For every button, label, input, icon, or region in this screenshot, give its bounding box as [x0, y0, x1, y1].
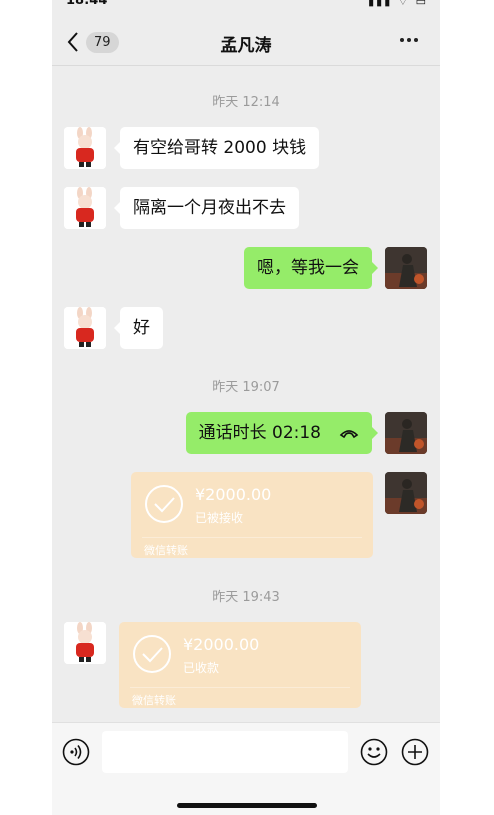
transfer-status: 已被接收	[195, 511, 244, 525]
input-bar	[52, 722, 440, 815]
contact-avatar[interactable]	[64, 622, 106, 664]
status-icons: ▮▮▮ ⌔ ▭	[368, 0, 428, 8]
cartoon-avatar-icon	[64, 187, 106, 229]
check-circle-icon	[145, 485, 183, 523]
more-button[interactable]	[400, 32, 424, 48]
timestamp: 昨天 19:43	[212, 590, 280, 605]
cartoon-avatar-icon	[64, 127, 106, 169]
cartoon-avatar-icon	[64, 622, 106, 664]
more-dots-icon	[414, 38, 418, 42]
more-dots-icon	[407, 38, 411, 42]
more-dots-icon	[400, 38, 404, 42]
message-bubble-incoming[interactable]: 有空给哥转 2000 块钱	[113, 127, 320, 169]
voice-icon[interactable]	[62, 738, 90, 766]
status-time: 18:44	[66, 0, 108, 8]
transfer-status: 已收款	[183, 661, 220, 675]
my-avatar[interactable]	[385, 247, 427, 289]
contact-avatar[interactable]	[64, 187, 106, 229]
call-record-bubble[interactable]: 通话时长 02:18	[185, 412, 379, 454]
transfer-card-received[interactable]: ¥2000.00 已收款 微信转账	[119, 622, 361, 708]
message-input[interactable]	[102, 731, 348, 773]
my-avatar[interactable]	[385, 472, 427, 514]
my-avatar[interactable]	[385, 412, 427, 454]
message-bubble-incoming[interactable]: 隔离一个月夜出不去	[114, 187, 299, 229]
photo-avatar-icon	[385, 472, 427, 514]
transfer-card-sent[interactable]: ¥2000.00 已被接收 微信转账	[131, 472, 373, 558]
chat-screen: 18:44 ▮▮▮ ⌔ ▭ 79 孟凡涛 昨天 12:14 有空给哥转 2000…	[52, 0, 440, 815]
timestamp: 昨天 19:07	[212, 380, 280, 395]
transfer-label: 微信转账	[144, 544, 188, 557]
call-duration-text: 通话时长 02:18	[198, 423, 321, 443]
photo-avatar-icon	[385, 247, 427, 289]
message-bubble-outgoing[interactable]: 嗯，等我一会	[244, 247, 378, 289]
plus-icon[interactable]	[401, 738, 429, 766]
transfer-divider	[130, 687, 350, 688]
chat-header: 79 孟凡涛	[52, 14, 440, 66]
cartoon-avatar-icon	[64, 307, 106, 349]
message-bubble-incoming[interactable]: 好	[114, 307, 163, 349]
message-list[interactable]: 昨天 12:14 有空给哥转 2000 块钱 隔离一个月夜出不去 嗯，等我一会 …	[52, 67, 440, 722]
transfer-divider	[142, 537, 362, 538]
status-bar: 18:44 ▮▮▮ ⌔ ▭	[52, 0, 440, 14]
transfer-label: 微信转账	[132, 694, 176, 707]
transfer-amount: ¥2000.00	[183, 635, 260, 654]
contact-avatar[interactable]	[64, 307, 106, 349]
contact-avatar[interactable]	[64, 127, 106, 169]
timestamp: 昨天 12:14	[212, 95, 280, 110]
chat-title: 孟凡涛	[220, 36, 272, 56]
check-circle-icon	[133, 635, 171, 673]
phone-hangup-icon	[339, 430, 359, 439]
home-indicator	[177, 803, 317, 808]
photo-avatar-icon	[385, 412, 427, 454]
emoji-icon[interactable]	[360, 738, 388, 766]
transfer-amount: ¥2000.00	[195, 485, 272, 504]
